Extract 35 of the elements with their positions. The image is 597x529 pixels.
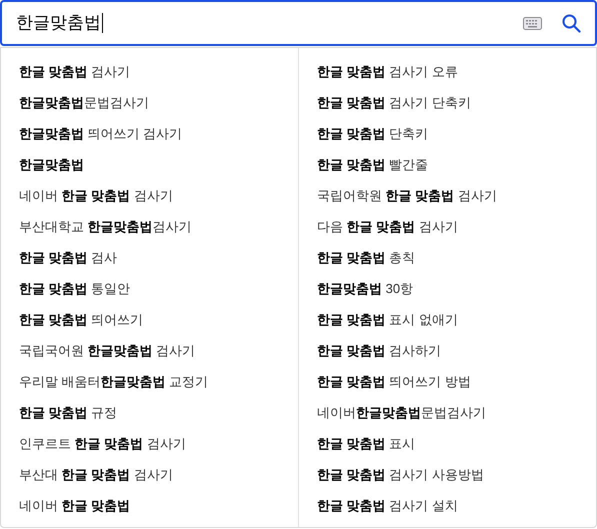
suggestion-item[interactable]: 한글맞춤법 30항 — [317, 278, 414, 298]
suggestion-item[interactable]: 한글맞춤법문법검사기 — [19, 92, 149, 112]
suggestion-item[interactable]: 한글 맞춤법 검사기 — [19, 62, 130, 82]
search-icon[interactable] — [562, 14, 581, 32]
suggestion-item[interactable]: 한글 맞춤법 검사기 오류 — [317, 62, 458, 82]
suggestion-item[interactable]: 부산대학교 한글맞춤법검사기 — [19, 216, 192, 236]
suggestion-item[interactable]: 다음 한글 맞춤법 검사기 — [317, 216, 458, 236]
suggestion-item[interactable]: 네이버 한글 맞춤법 — [19, 496, 130, 516]
keyboard-icon[interactable] — [523, 16, 542, 30]
suggestion-item[interactable]: 국립어학원 한글 맞춤법 검사기 — [317, 186, 497, 206]
suggestion-item[interactable]: 한글맞춤법 — [19, 154, 84, 174]
suggestion-item[interactable]: 한글 맞춤법 단축키 — [317, 124, 428, 144]
search-field[interactable]: 한글맞춤법 — [0, 0, 597, 46]
suggestion-item[interactable]: 한글 맞춤법 규정 — [19, 402, 118, 422]
text-cursor — [102, 13, 103, 33]
suggestion-item[interactable]: 한글 맞춤법 검사기 사용방법 — [317, 464, 484, 484]
suggestion-item[interactable]: 한글 맞춤법 통일안 — [19, 278, 130, 298]
suggestion-item[interactable]: 한글 맞춤법 총칙 — [317, 248, 416, 268]
suggestion-item[interactable]: 부산대 한글 맞춤법 검사기 — [19, 464, 173, 484]
suggestion-item[interactable]: 인쿠르트 한글 맞춤법 검사기 — [19, 434, 186, 454]
suggestion-item[interactable]: 네이버한글맞춤법문법검사기 — [317, 402, 486, 422]
suggestion-item[interactable]: 한글 맞춤법 표시 — [317, 434, 416, 454]
suggestion-item[interactable]: 한글 맞춤법 표시 없애기 — [317, 310, 458, 330]
suggestion-item[interactable]: 한글 맞춤법 빨간줄 — [317, 154, 428, 174]
suggestion-item[interactable]: 한글 맞춤법 띄어쓰기 — [19, 310, 144, 330]
suggestion-item[interactable]: 네이버 한글 맞춤법 검사기 — [19, 186, 173, 206]
suggestion-item[interactable]: 한글 맞춤법 검사하기 — [317, 340, 442, 360]
suggestion-item[interactable]: 한글 맞춤법 검사 — [19, 248, 118, 268]
suggestion-item[interactable]: 우리말 배움터한글맞춤법 교정기 — [19, 372, 208, 392]
suggestion-item[interactable]: 한글 맞춤법 띄어쓰기 방법 — [317, 372, 471, 392]
suggestion-item[interactable]: 한글 맞춤법 검사기 단축키 — [317, 92, 471, 112]
suggestion-item[interactable]: 한글맞춤법 띄어쓰기 검사기 — [19, 124, 182, 144]
suggestion-item[interactable]: 국립국어원 한글맞춤법 검사기 — [19, 340, 196, 360]
search-text: 한글맞춤법 — [16, 12, 101, 34]
suggestion-item[interactable]: 한글 맞춤법 검사기 설치 — [317, 496, 458, 516]
